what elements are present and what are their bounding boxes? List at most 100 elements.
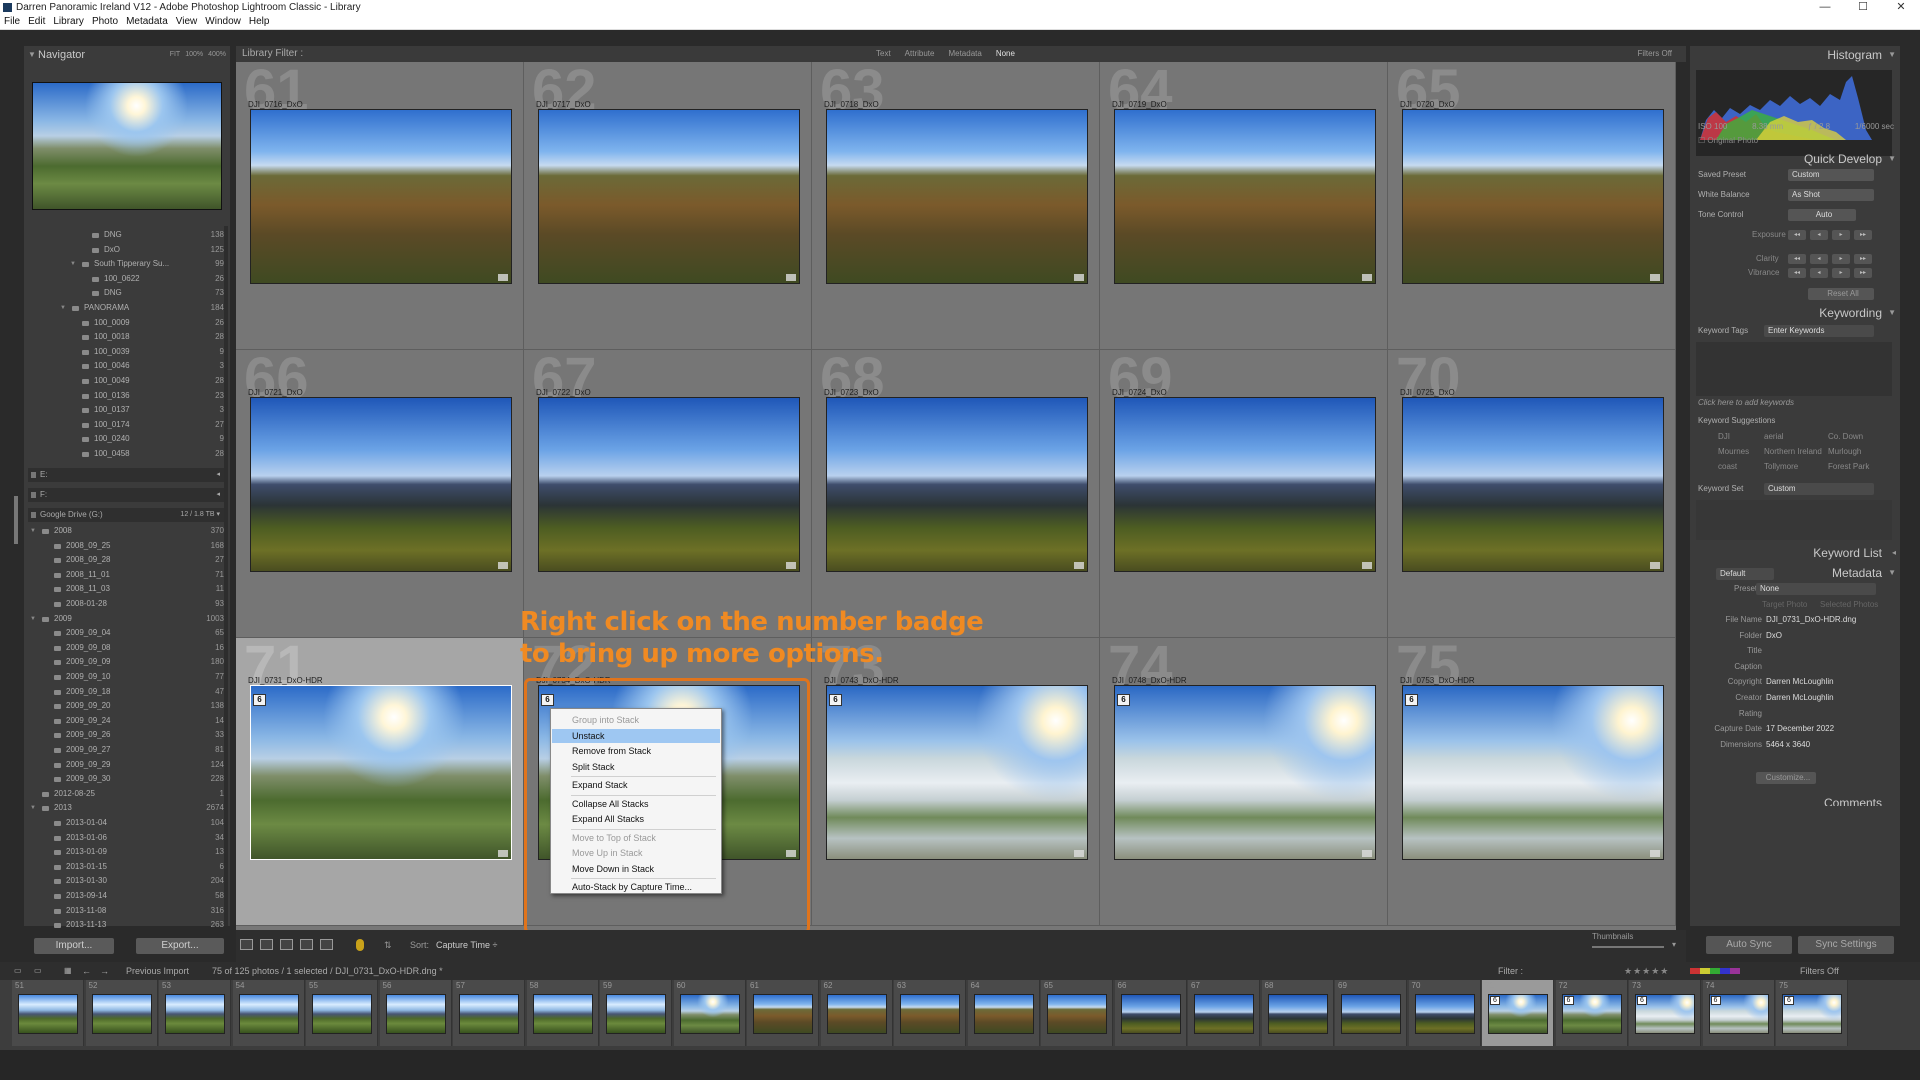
folder-row[interactable]: 2013-01-06 34 [24,831,230,846]
folder-row[interactable]: ▼ PANORAMA 184 [24,301,230,316]
exposure-up-large[interactable]: ▸▸ [1854,230,1872,240]
stack-count-badge[interactable]: 6 [1405,694,1418,706]
metadata-value[interactable]: Darren McLoughlin [1766,674,1834,689]
stack-count-badge[interactable]: 6 [1784,996,1794,1005]
folder-row[interactable]: 100_0137 3 [24,403,230,418]
painter-icon[interactable] [356,939,364,951]
menu-item-unstack[interactable]: Unstack [552,728,720,743]
filmstrip-cell[interactable]: 67 [1188,980,1260,1046]
filmstrip-thumbnail[interactable] [1194,994,1254,1034]
people-view-icon[interactable] [320,939,333,950]
nav-100[interactable]: 100% [185,51,203,58]
monitor-2-icon[interactable]: ▭ [34,962,42,980]
folder-row[interactable]: 100_0039 9 [24,345,230,360]
folder-row[interactable]: 100_0046 3 [24,359,230,374]
auto-tone-button[interactable]: Auto [1788,209,1856,221]
metadata-value[interactable]: Darren McLoughlin [1766,690,1834,705]
folder-row[interactable]: 2009_09_29 124 [24,758,230,773]
loupe-view-icon[interactable] [260,939,273,950]
filmstrip-filters-off[interactable]: Filters Off [1800,962,1839,980]
metadata-row[interactable]: File Name DJI_0731_DxO-HDR.dng [1690,612,1900,627]
folder-row[interactable]: 100_0174 27 [24,418,230,433]
filmstrip-cell[interactable]: 53 [159,980,231,1046]
left-panel-toggle[interactable] [14,496,18,544]
expand-arrow-icon[interactable]: ▼ [30,524,36,539]
menu-item-expand-all-stacks[interactable]: Expand All Stacks [552,812,720,826]
filmstrip-thumbnail[interactable] [18,994,78,1034]
stack-count-badge[interactable]: 6 [253,694,266,706]
white-balance-select[interactable]: As Shot [1788,189,1874,201]
filmstrip-cell[interactable]: 59 [600,980,672,1046]
compare-view-icon[interactable] [280,939,293,950]
expand-arrow-icon[interactable]: ▼ [30,801,36,816]
menu-item-auto-stack-by-capture-time[interactable]: Auto-Stack by Capture Time... [552,880,720,894]
drive-row[interactable]: Google Drive (G:) 12 / 1.8 TB ▾ [28,508,226,522]
metadata-value[interactable]: DJI_0731_DxO-HDR.dng [1766,612,1856,627]
metadata-row[interactable]: Folder DxO [1690,628,1900,643]
filmstrip-cell[interactable]: 72 6 [1555,980,1628,1046]
photo-thumbnail[interactable] [1114,109,1376,284]
thumbnail-size-slider[interactable] [1592,946,1664,948]
grid-view-icon[interactable] [240,939,253,950]
navigator-preview[interactable] [32,82,222,210]
stack-count-badge[interactable]: 6 [1637,996,1647,1005]
metadata-row[interactable]: Dimensions 5464 x 3640 [1690,737,1900,752]
folder-row[interactable]: 2008_11_03 11 [24,582,230,597]
grid-cell[interactable]: 74 DJI_0748_DxO-HDR 6 [1100,638,1388,926]
comments-header[interactable]: Comments [1690,796,1900,806]
color-label-filter[interactable] [1690,968,1740,974]
grid-mini-icon[interactable]: ▦ [64,962,72,980]
keyword-suggestion[interactable]: Co. Down [1828,432,1863,441]
vibrance-up-large[interactable]: ▸▸ [1854,268,1872,278]
keyword-suggestion[interactable]: Murlough [1828,447,1861,456]
grid-cell[interactable]: 64 DJI_0719_DxO [1100,62,1388,350]
filmstrip-cell[interactable]: 62 [820,980,893,1046]
drive-row[interactable]: E: ◂ [28,468,226,482]
sort-direction-icon[interactable]: ⇅ [384,940,392,951]
photo-thumbnail[interactable] [538,109,800,284]
filmstrip-thumbnail[interactable] [679,994,740,1034]
filmstrip-thumbnail[interactable] [532,994,593,1034]
photo-thumbnail[interactable] [826,397,1088,572]
menu-item-expand-stack[interactable]: Expand Stack [552,778,720,792]
metadata-preset-select[interactable]: None [1756,583,1876,595]
sort-select[interactable]: Capture Time ÷ [436,940,497,950]
expand-arrow-icon[interactable]: ▼ [30,612,36,627]
drive-info[interactable]: ◂ [216,468,220,482]
folder-row[interactable]: ▼ South Tipperary Su... 99 [24,257,230,272]
folder-row[interactable]: ▼ 2009 1003 [24,612,230,627]
selected-photos-button[interactable]: Selected Photos [1820,598,1878,612]
folder-row[interactable]: 100_0049 28 [24,374,230,389]
keyword-suggestion[interactable]: coast [1718,462,1737,471]
filmstrip-thumbnail[interactable] [1120,994,1181,1034]
menu-help[interactable]: Help [249,16,270,27]
photo-thumbnail[interactable] [1114,685,1376,860]
folder-row[interactable]: 2013-01-30 204 [24,874,230,889]
close-button[interactable]: ✕ [1882,0,1920,15]
import-button[interactable]: Import... [34,938,114,954]
survey-view-icon[interactable] [300,939,313,950]
minimize-button[interactable]: — [1806,0,1844,15]
drive-row[interactable]: F: ◂ [28,488,226,502]
grid-cell[interactable]: 63 DJI_0718_DxO [812,62,1100,350]
filter-text[interactable]: Text [876,49,891,58]
menu-item-remove-from-stack[interactable]: Remove from Stack [552,744,720,758]
filmstrip-thumbnail[interactable] [385,994,446,1034]
folder-row[interactable]: ▼ 2013 2674 [24,801,230,816]
filmstrip-cell[interactable]: 66 [1114,980,1187,1046]
clarity-up-large[interactable]: ▸▸ [1854,254,1872,264]
customize-button[interactable]: Customize... [1756,772,1816,784]
folder-row[interactable]: 2009_09_18 47 [24,685,230,700]
keyword-hint[interactable]: Click here to add keywords [1698,396,1794,410]
filmstrip-thumbnail[interactable] [900,994,960,1034]
folder-row[interactable]: 100_0622 26 [24,272,230,287]
reset-all-button[interactable]: Reset All [1808,288,1874,300]
clarity-down[interactable]: ◂ [1810,254,1828,264]
filmstrip-thumbnail[interactable] [1047,994,1107,1034]
back-icon[interactable]: ← [82,962,91,980]
grid-cell[interactable]: 66 DJI_0721_DxO [236,350,524,638]
nav-400[interactable]: 400% [208,51,226,58]
grid-cell[interactable]: 70 DJI_0725_DxO [1388,350,1676,638]
folder-row[interactable]: 2009_09_04 65 [24,626,230,641]
keyword-tags-select[interactable]: Enter Keywords [1764,325,1874,337]
